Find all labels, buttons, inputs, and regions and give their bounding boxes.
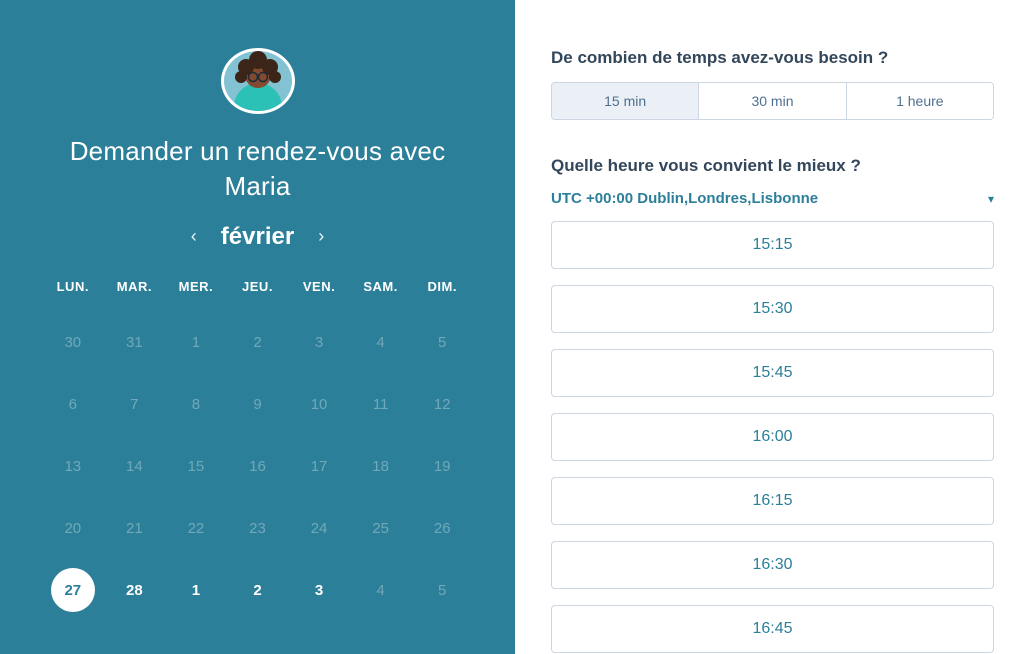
calendar-day: 23: [235, 506, 279, 550]
calendar-day: 13: [51, 444, 95, 488]
calendar-day[interactable]: 27: [51, 568, 95, 612]
calendar-week: 27 28 12345: [42, 568, 473, 612]
calendar-day: 30: [51, 320, 95, 364]
time-slot[interactable]: 15:30: [551, 285, 994, 333]
month-label: février: [221, 223, 294, 251]
time-slot[interactable]: 16:00: [551, 413, 994, 461]
weekday-header: MAR.: [104, 279, 166, 294]
duration-option[interactable]: 30 min: [698, 83, 845, 119]
next-month-button[interactable]: ›: [312, 222, 330, 251]
calendar-panel: Demander un rendez-vous avec Maria ‹ fév…: [0, 0, 515, 654]
month-navigator: ‹ février ›: [185, 222, 330, 251]
prev-month-button[interactable]: ‹: [185, 222, 203, 251]
duration-question: De combien de temps avez-vous besoin ?: [551, 48, 994, 68]
chevron-down-icon: ▾: [988, 192, 994, 206]
duration-option[interactable]: 15 min: [552, 83, 698, 119]
avatar: [221, 48, 295, 114]
time-slot[interactable]: 15:15: [551, 221, 994, 269]
weekday-header: JEU.: [227, 279, 289, 294]
time-slot[interactable]: 16:15: [551, 477, 994, 525]
calendar-day[interactable]: 3: [297, 568, 341, 612]
calendar-day: 31: [112, 320, 156, 364]
calendar-day: 18: [359, 444, 403, 488]
time-slot-list: 15:15 15:30 15:45 16:00 16:15 16:30 16:45: [551, 221, 994, 653]
calendar-day: 2: [235, 320, 279, 364]
calendar-day: 15: [174, 444, 218, 488]
time-slot[interactable]: 15:45: [551, 349, 994, 397]
time-question: Quelle heure vous convient le mieux ?: [551, 156, 994, 176]
duration-segmented-control: 15 min30 min1 heure: [551, 82, 994, 120]
calendar-day: 3: [297, 320, 341, 364]
calendar-day: 4: [359, 568, 403, 612]
calendar-day: 5: [420, 568, 464, 612]
calendar-day[interactable]: 28: [112, 568, 156, 612]
calendar-week: 6789 10 11 12: [42, 382, 473, 426]
calendar-day: 8: [174, 382, 218, 426]
calendar-day: 9: [235, 382, 279, 426]
weekday-header: DIM.: [411, 279, 473, 294]
time-panel: De combien de temps avez-vous besoin ? 1…: [515, 0, 1030, 654]
calendar-day[interactable]: 2: [235, 568, 279, 612]
timezone-label: UTC +00:00 Dublin,Londres,Lisbonne: [551, 190, 818, 207]
weekday-header: SAM.: [350, 279, 412, 294]
calendar-day[interactable]: 1: [174, 568, 218, 612]
calendar-day: 12: [420, 382, 464, 426]
calendar-day: 6: [51, 382, 95, 426]
calendar-day: 5: [420, 320, 464, 364]
calendar-day: 24: [297, 506, 341, 550]
calendar-day: 21: [112, 506, 156, 550]
calendar-day: 20: [51, 506, 95, 550]
calendar-week: 13 14 15 16 17 18 19: [42, 444, 473, 488]
page-title: Demander un rendez-vous avec Maria: [44, 134, 471, 204]
timezone-selector[interactable]: UTC +00:00 Dublin,Londres,Lisbonne ▾: [551, 190, 994, 207]
weekday-header: MER.: [165, 279, 227, 294]
calendar-day: 7: [112, 382, 156, 426]
calendar-week: 20 21 22 23 24 25 26: [42, 506, 473, 550]
calendar-day: 22: [174, 506, 218, 550]
calendar-day: 26: [420, 506, 464, 550]
time-slot[interactable]: 16:45: [551, 605, 994, 653]
calendar-day: 11: [359, 382, 403, 426]
weekday-header: VEN.: [288, 279, 350, 294]
weekday-header: LUN.: [42, 279, 104, 294]
meeting-scheduler: Demander un rendez-vous avec Maria ‹ fév…: [0, 0, 1030, 654]
calendar-day: 16: [235, 444, 279, 488]
calendar-day: 14: [112, 444, 156, 488]
calendar-day: 10: [297, 382, 341, 426]
calendar-day: 19: [420, 444, 464, 488]
calendar-day: 4: [359, 320, 403, 364]
calendar-week: 30 31 12345: [42, 320, 473, 364]
calendar-day: 25: [359, 506, 403, 550]
avatar-icon: [226, 49, 290, 113]
time-slot[interactable]: 16:30: [551, 541, 994, 589]
calendar-day: 1: [174, 320, 218, 364]
duration-option[interactable]: 1 heure: [846, 83, 993, 119]
calendar-grid: LUN.MAR.MER.JEU.VEN.SAM.DIM. 30311234567…: [24, 279, 491, 630]
calendar-day: 17: [297, 444, 341, 488]
